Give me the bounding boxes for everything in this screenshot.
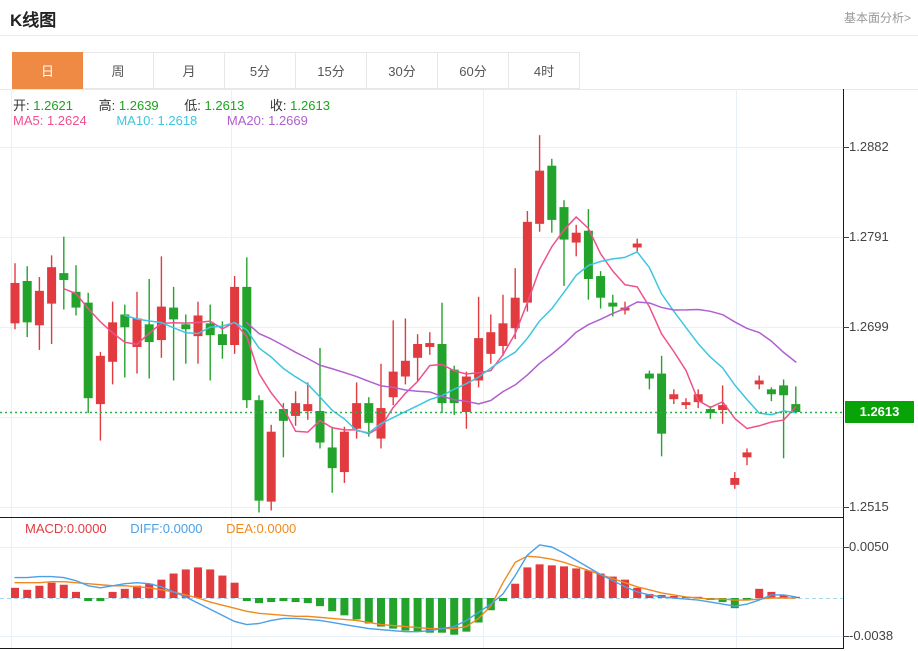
tab-15min[interactable]: 15分 xyxy=(296,52,367,89)
price-axis-label: 1.2515 xyxy=(849,499,889,514)
kline-page: K线图 基本面分析> 日 周 月 5分 15分 30分 60分 4时 开: 1.… xyxy=(0,0,918,651)
high-label: 高: xyxy=(98,98,116,113)
dea-value: DEA:0.0000 xyxy=(226,521,297,536)
interval-tabs: 日 周 月 5分 15分 30分 60分 4时 xyxy=(12,52,580,89)
low-label: 低: xyxy=(184,98,201,113)
tab-5min[interactable]: 5分 xyxy=(225,52,296,89)
tab-daily[interactable]: 日 xyxy=(12,52,83,89)
price-axis-label: 1.2699 xyxy=(849,319,889,334)
tab-weekly[interactable]: 周 xyxy=(83,52,154,89)
open-value: 1.2621 xyxy=(33,98,74,113)
fundamental-analysis-link[interactable]: 基本面分析> xyxy=(844,9,911,26)
high-value: 1.2639 xyxy=(118,98,159,113)
tab-4hour[interactable]: 4时 xyxy=(509,52,580,89)
tab-30min[interactable]: 30分 xyxy=(367,52,438,89)
current-price-tag: 1.2613 xyxy=(845,401,914,423)
page-title: K线图 xyxy=(10,11,57,30)
price-axis-label: 1.2882 xyxy=(849,139,889,154)
close-value: 1.2613 xyxy=(290,98,330,113)
ma10-legend: MA10: 1.2618 xyxy=(116,113,198,128)
ma20-legend: MA20: 1.2669 xyxy=(226,113,308,128)
close-label: 收: xyxy=(269,98,287,113)
macd-legend: MACD:0.0000 DIFF:0.0000 DEA:0.0000 xyxy=(25,521,316,536)
macd-axis-label: -0.0038 xyxy=(849,628,894,643)
low-value: 1.2613 xyxy=(204,98,245,113)
macd-axis-label: 0.0050 xyxy=(849,539,889,554)
ma5-legend: MA5: 1.2624 xyxy=(13,113,87,128)
ma-legend: MA5: 1.2624 MA10: 1.2618 MA20: 1.2669 xyxy=(13,113,334,128)
price-axis-label: 1.2791 xyxy=(849,229,889,244)
ohlc-readout: 开: 1.2621 高: 1.2639 低: 1.2613 收: 1.2613 xyxy=(13,95,352,114)
diff-value: DIFF:0.0000 xyxy=(130,521,203,536)
macd-value: MACD:0.0000 xyxy=(25,521,107,536)
open-label: 开: xyxy=(13,98,30,113)
tab-monthly[interactable]: 月 xyxy=(154,52,225,89)
tab-60min[interactable]: 60分 xyxy=(438,52,509,89)
